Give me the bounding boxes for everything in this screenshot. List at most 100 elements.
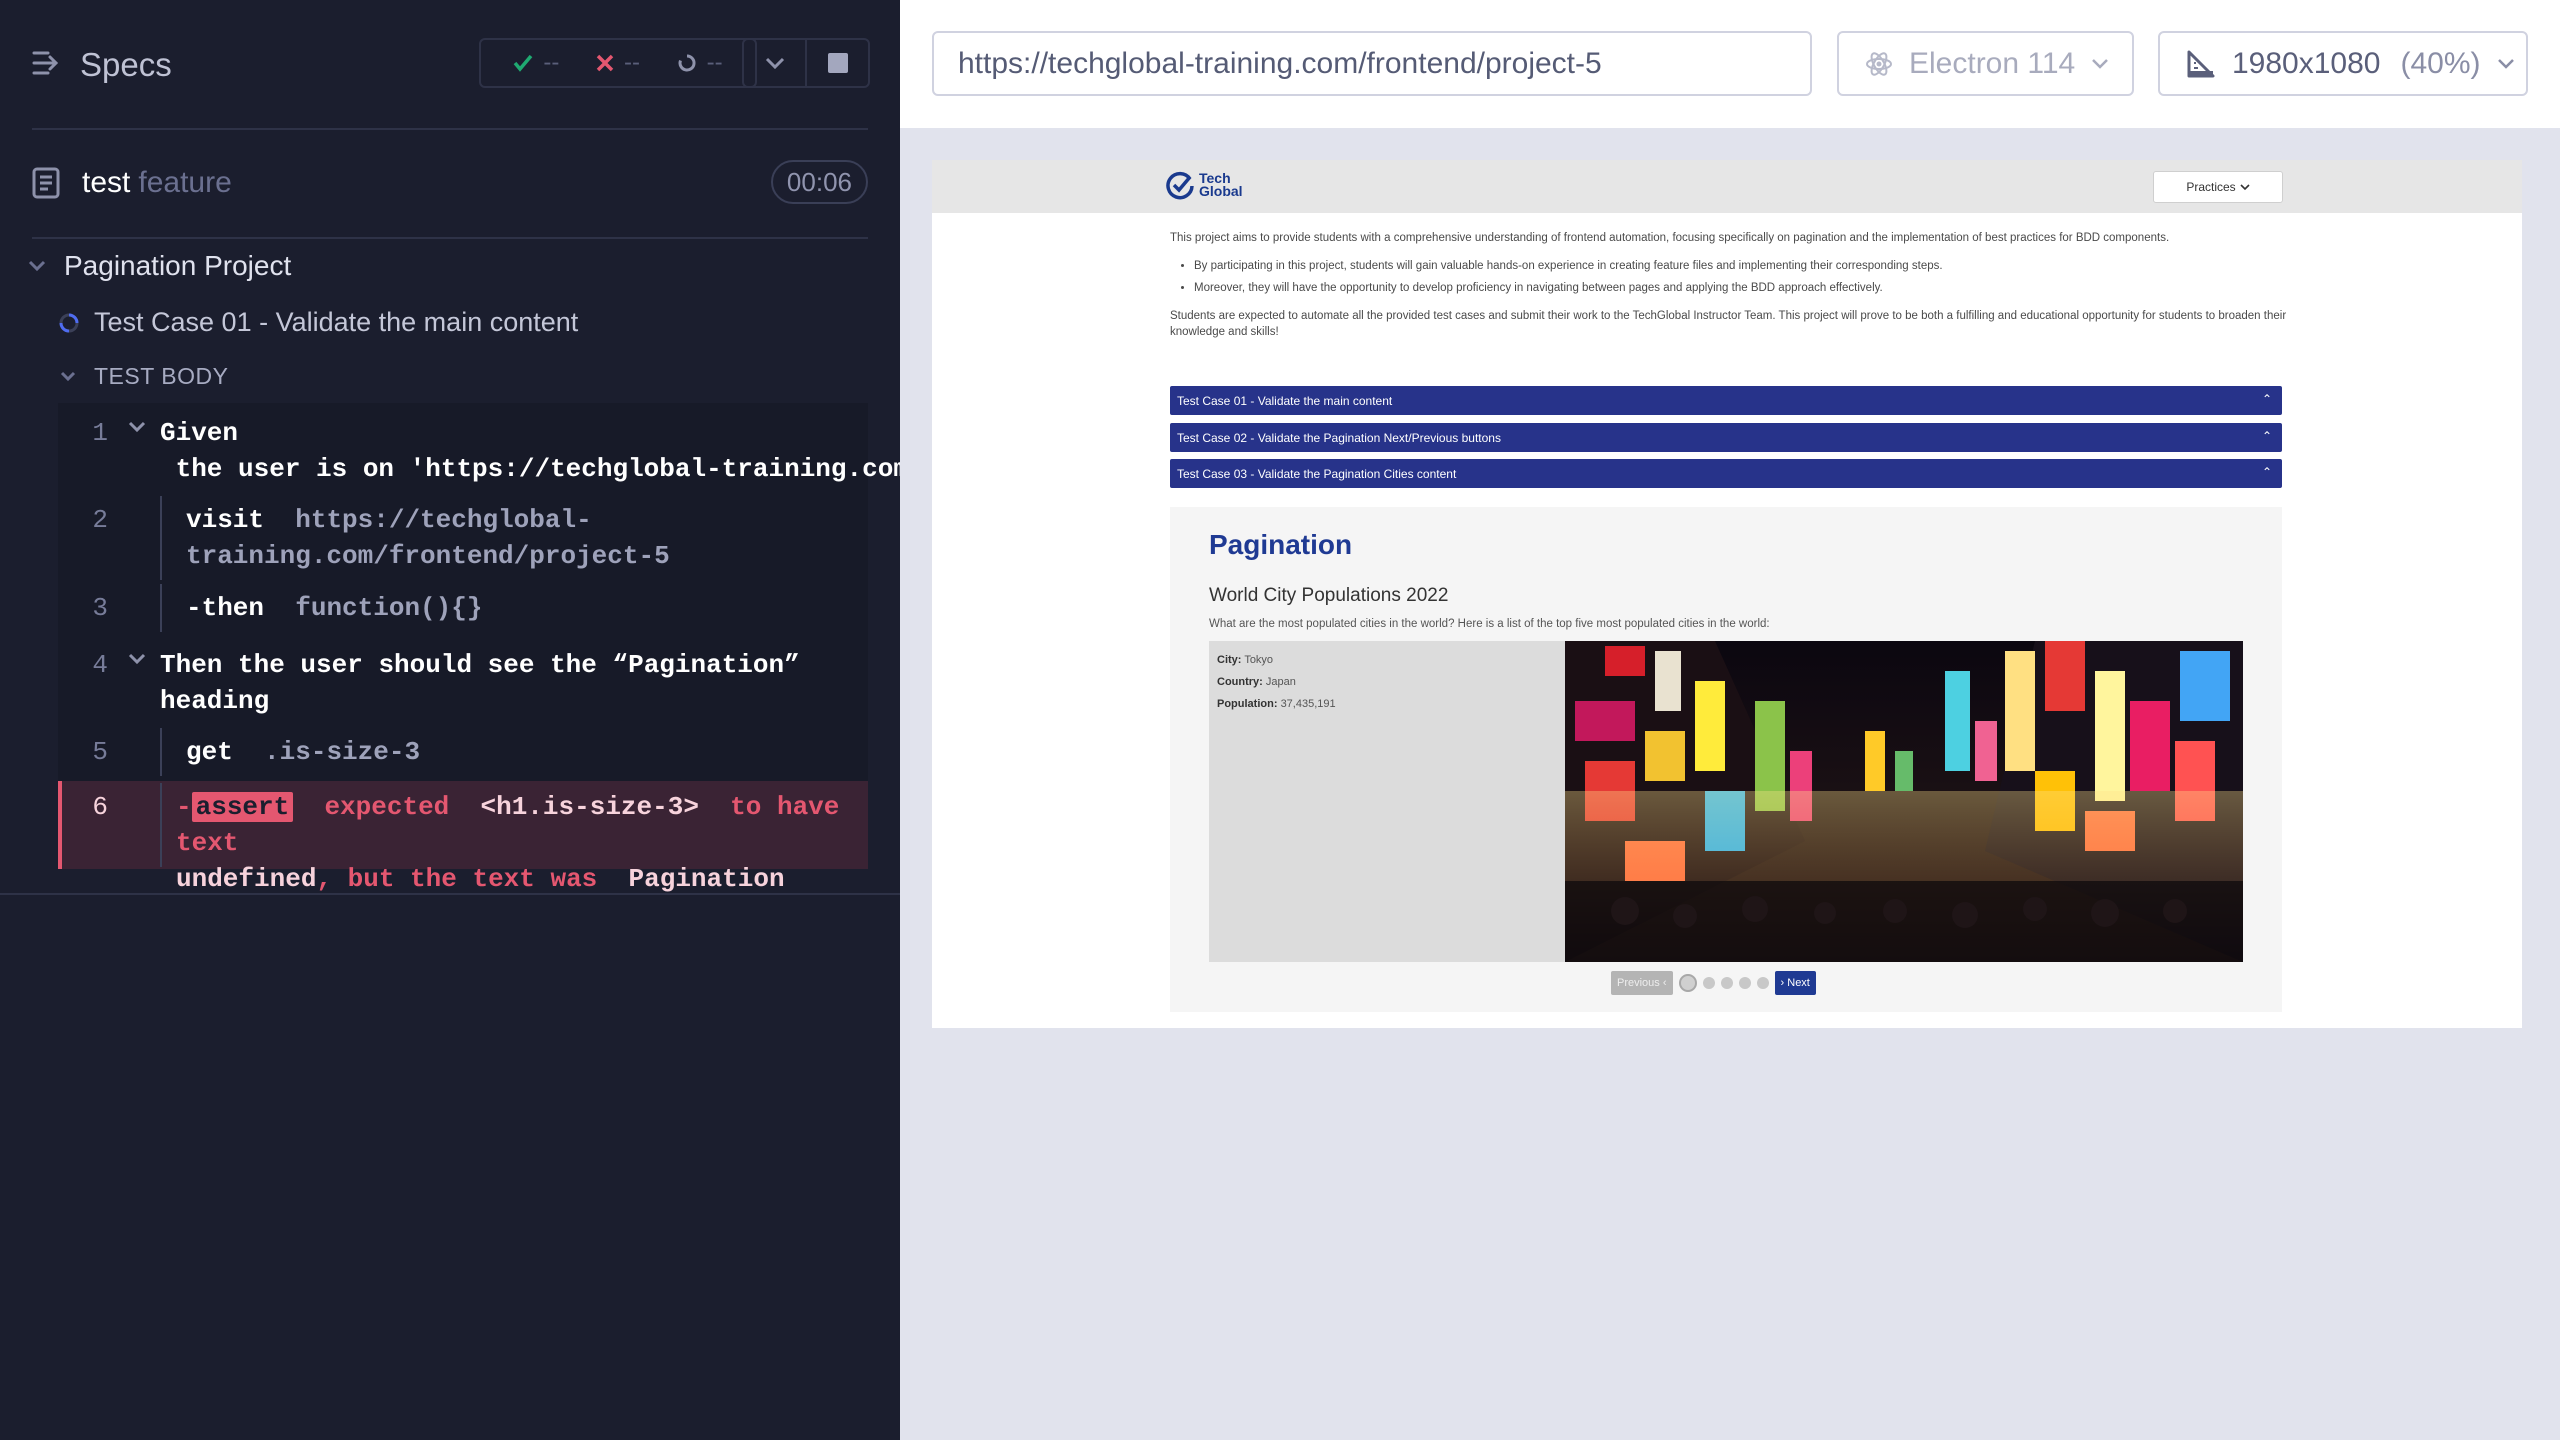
specs-label: Specs xyxy=(80,46,172,83)
page-dot-5[interactable] xyxy=(1756,977,1769,989)
assert-value: undefined xyxy=(176,864,317,894)
spec-file-row: test feature 00:06 xyxy=(32,158,868,208)
passed-stat: -- xyxy=(513,49,559,77)
command-number: 1 xyxy=(92,418,108,448)
nesting-line xyxy=(160,783,162,867)
command-row[interactable]: 4 Then the user should see the “Paginati… xyxy=(58,647,868,719)
command-number: 4 xyxy=(92,650,108,680)
assert-subject: <h1.is-size-3> xyxy=(480,792,699,822)
divider xyxy=(32,128,868,130)
test-row[interactable]: Test Case 01 - Validate the main content xyxy=(58,307,578,338)
command-row[interactable]: 1 Given the user is on 'https://techglob… xyxy=(58,415,1221,487)
command-text: Given the user is on 'https://techglobal… xyxy=(160,415,1221,487)
nesting-line xyxy=(160,584,162,632)
page-dot-4[interactable] xyxy=(1738,977,1751,989)
pending-stat: -- xyxy=(677,49,723,77)
practices-label: Practices xyxy=(2186,180,2236,194)
command-log-panel: Specs -- -- -- test feature 00:06 Pagina… xyxy=(0,0,1221,1440)
chevron-up-icon: ⌃ xyxy=(2261,465,2272,479)
test-body-label: TEST BODY xyxy=(94,363,229,389)
next-button[interactable]: › Next xyxy=(1774,971,1816,995)
pagination-heading: Pagination xyxy=(1209,529,1353,560)
command-name: -then xyxy=(186,593,265,623)
city-label: City: xyxy=(1217,654,1242,666)
chevron-down-icon xyxy=(2092,59,2109,69)
command-row: 6 - assert expected <h1.is-size-3> to hav… xyxy=(58,783,868,894)
assert-expected: expected xyxy=(324,792,450,822)
divider xyxy=(0,893,900,895)
chevron-down-icon xyxy=(60,371,76,382)
accordion-test-case-02[interactable]: Test Case 02 - Validate the Pagination N… xyxy=(1170,423,2282,452)
nesting-line xyxy=(160,728,162,776)
command-list: 1 Given the user is on 'https://techglob… xyxy=(58,403,1221,894)
population-value: 37,435,191 xyxy=(1280,698,1336,710)
page-dot-2[interactable] xyxy=(1702,977,1715,989)
pagination-subheading: World City Populations 2022 xyxy=(1209,585,1449,606)
chevron-down-icon xyxy=(2497,59,2514,69)
step-keyword: Given xyxy=(160,418,239,448)
pending-icon xyxy=(678,54,696,72)
command-row[interactable]: 2 visit https://techglobal-training.com/… xyxy=(58,496,868,580)
failed-count: -- xyxy=(623,49,640,76)
failed-stat: -- xyxy=(596,49,640,77)
pagination-section: Pagination World City Populations 2022 W… xyxy=(1170,507,2282,1012)
page-dot-1[interactable] xyxy=(1678,974,1697,992)
accordion-test-case-01[interactable]: Test Case 01 - Validate the main content… xyxy=(1170,386,2282,415)
failed-assertion-row[interactable]: 6 - assert expected <h1.is-size-3> to hav… xyxy=(58,781,868,894)
divider xyxy=(32,237,868,239)
command-name: visit xyxy=(186,505,265,535)
command-name: assert xyxy=(191,792,294,822)
pagination-description: What are the most populated cities in th… xyxy=(1209,618,1770,630)
command-number: 3 xyxy=(92,593,108,623)
command-arg: .is-size-3 xyxy=(264,737,421,767)
viewport-size: 1980x1080 xyxy=(2232,46,2381,80)
stop-icon xyxy=(827,53,848,73)
spec-file-ext: feature xyxy=(138,166,232,199)
test-body-toggle[interactable]: TEST BODY xyxy=(60,363,228,390)
test-title: Test Case 01 - Validate the main content xyxy=(94,307,579,337)
previous-button[interactable]: Previous ‹ xyxy=(1611,971,1673,995)
specs-button[interactable]: Specs xyxy=(32,46,172,84)
techglobal-logo[interactable]: Tech Global xyxy=(1165,170,1243,200)
viewport-selector[interactable]: 1980x1080 (40%) xyxy=(2158,31,2528,96)
nesting-line xyxy=(160,496,162,580)
chevron-down-icon xyxy=(128,421,146,433)
population-label: Population: xyxy=(1217,698,1278,710)
practices-dropdown[interactable]: Practices xyxy=(2153,171,2283,203)
logo-mark-icon xyxy=(1166,171,1194,200)
accordion-test-case-03[interactable]: Test Case 03 - Validate the Pagination C… xyxy=(1170,459,2282,488)
reporter-header: Specs -- -- -- xyxy=(32,38,870,94)
collapse-all-button[interactable] xyxy=(744,40,805,86)
browser-name: Electron 114 xyxy=(1909,46,2076,80)
city-image xyxy=(1565,641,2243,962)
command-text: - assert expected <h1.is-size-3> to have … xyxy=(176,789,858,897)
page-dot-3[interactable] xyxy=(1720,977,1733,989)
intro-list: By participating in this project, studen… xyxy=(1170,258,2288,296)
chevron-down-icon xyxy=(765,57,784,69)
logo-text-line2: Global xyxy=(1199,183,1243,199)
chevron-up-icon: ⌃ xyxy=(2261,392,2272,406)
assert-clause: , but the text was xyxy=(316,864,598,894)
accordion-title: Test Case 03 - Validate the Pagination C… xyxy=(1177,466,1457,481)
suite-title: Pagination Project xyxy=(64,250,292,281)
accordion-title: Test Case 01 - Validate the main content xyxy=(1177,393,1393,408)
command-text: get .is-size-3 xyxy=(186,734,858,770)
ruler-icon xyxy=(2187,50,2215,77)
command-row[interactable]: 3 -then function(){} xyxy=(58,584,868,632)
site-navbar: Tech Global Practices xyxy=(932,160,2522,213)
url-bar[interactable]: https://techglobal-training.com/frontend… xyxy=(932,31,1812,96)
country-value: Japan xyxy=(1265,676,1296,688)
browser-selector[interactable]: Electron 114 xyxy=(1837,31,2134,96)
accordion-title: Test Case 02 - Validate the Pagination N… xyxy=(1177,430,1501,445)
stop-button[interactable] xyxy=(805,40,868,86)
chevron-down-icon xyxy=(28,260,46,272)
suite-row[interactable]: Pagination Project xyxy=(28,250,291,282)
project-intro: This project aims to provide students wi… xyxy=(1170,230,2288,352)
chevron-down-icon xyxy=(2240,183,2250,190)
command-number: 6 xyxy=(92,792,108,822)
command-row[interactable]: 5 get .is-size-3 xyxy=(58,728,868,776)
command-name: get xyxy=(186,737,233,767)
electron-icon xyxy=(1866,51,1892,76)
command-number: 2 xyxy=(92,505,108,535)
specs-list-icon xyxy=(32,50,62,81)
